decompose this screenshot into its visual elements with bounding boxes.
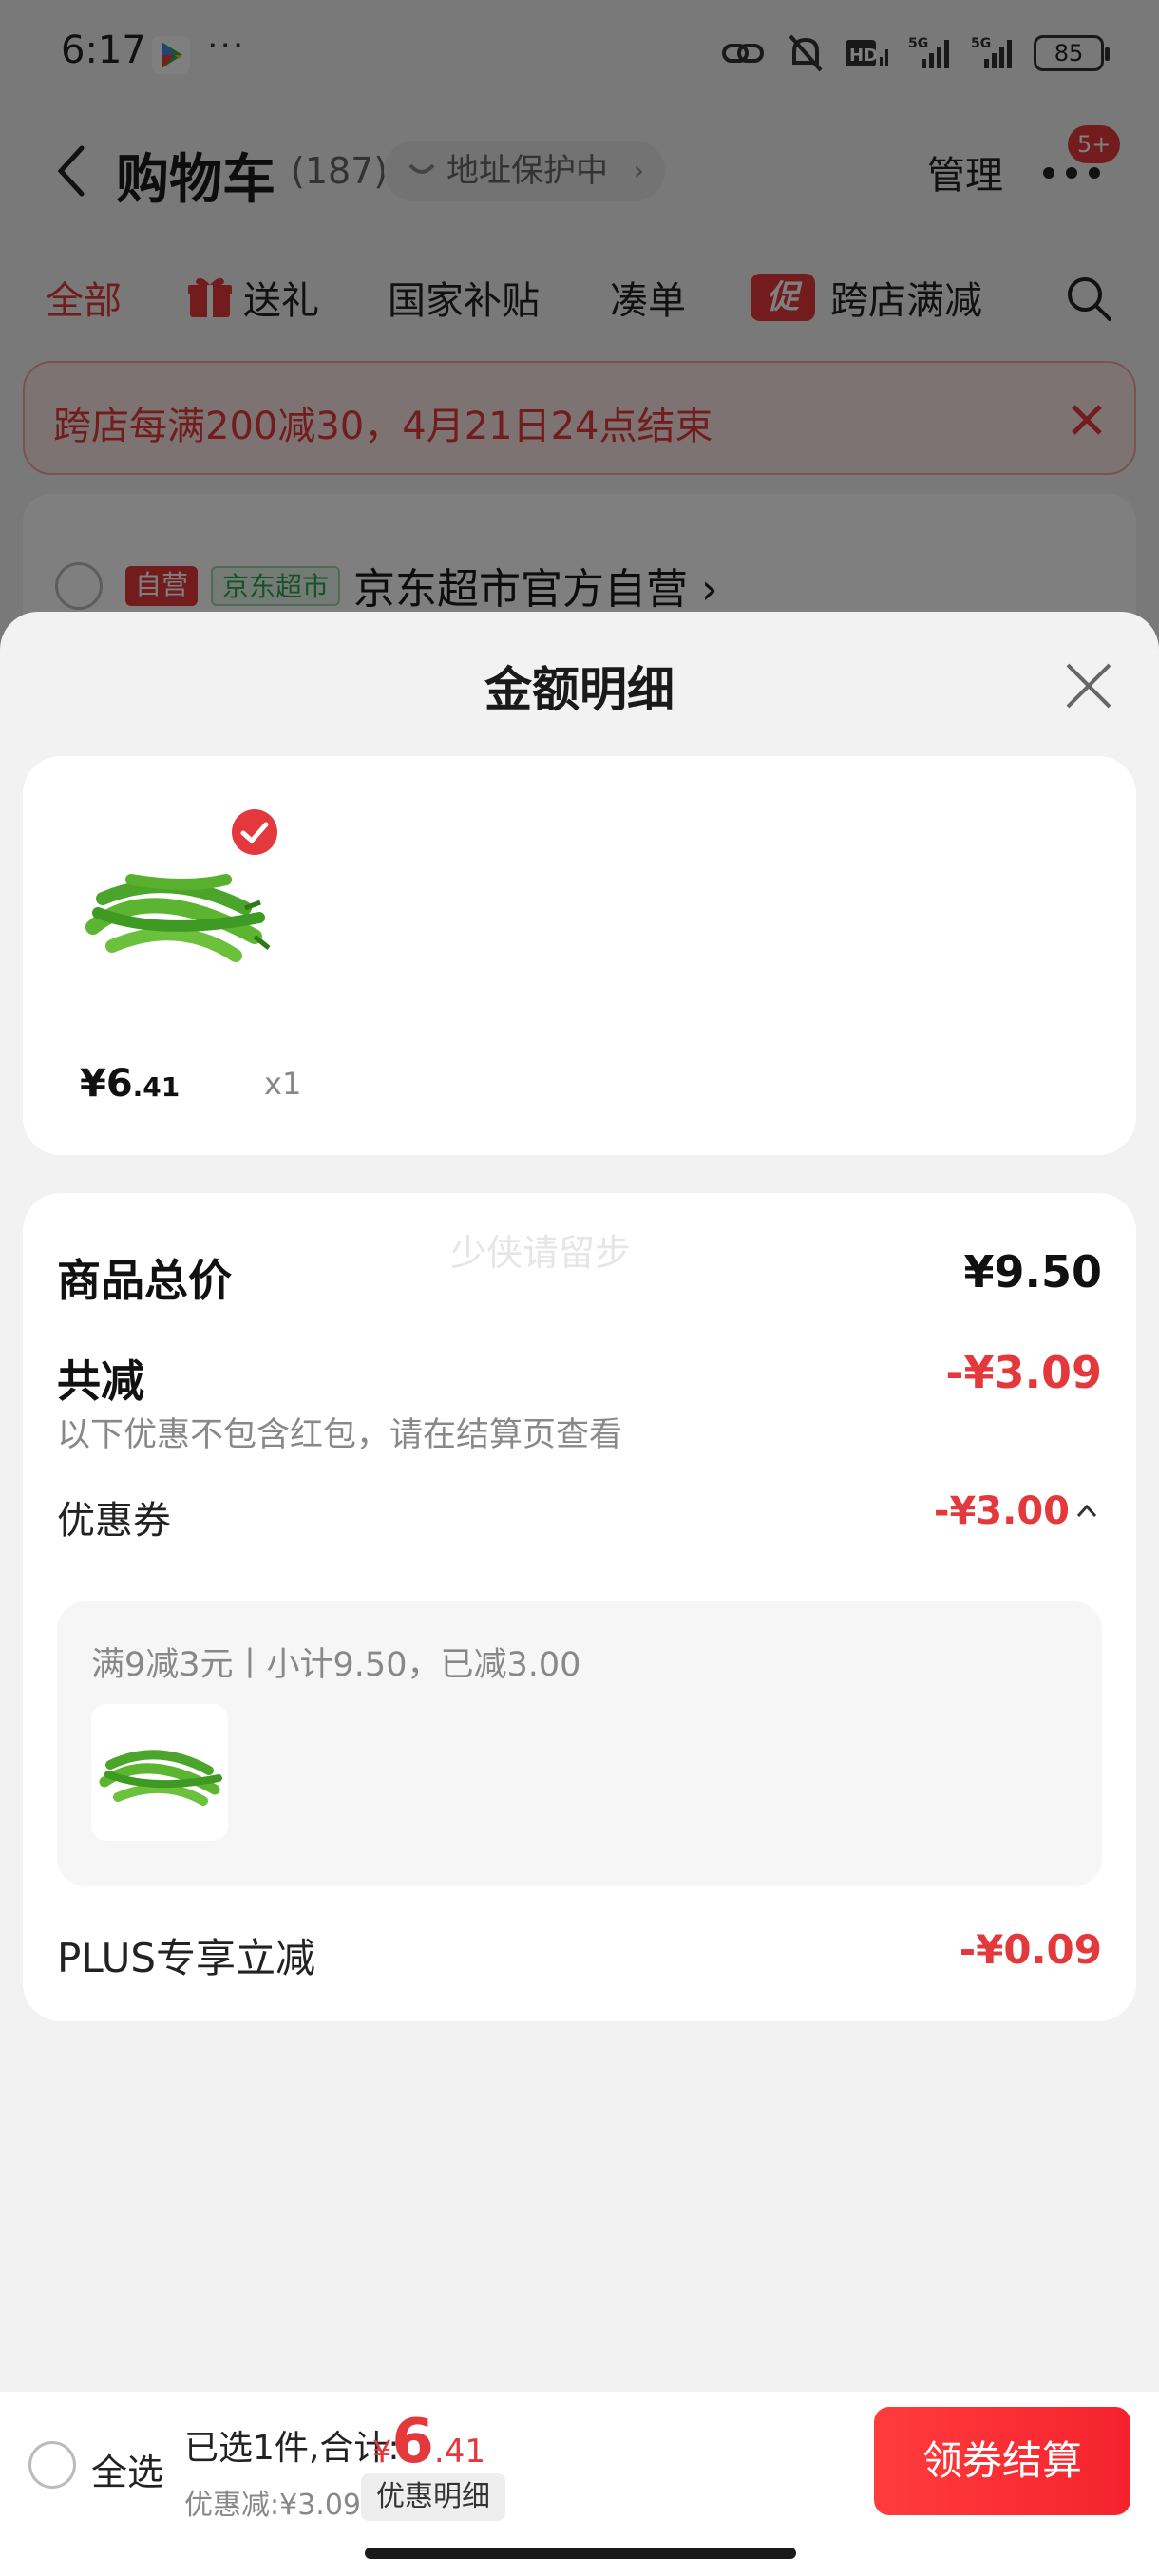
total-int: 6 [391,2407,434,2477]
total-price-label: 商品总价 [57,1255,232,1306]
close-icon[interactable] [1064,661,1113,710]
goods-quantity: x1 [264,1066,302,1102]
goods-price-int: ¥6 [80,1062,133,1106]
selected-summary: 已选1件,合计: [184,2429,400,2468]
amount-detail-sheet: 金额明细 ¥6.41 x1 少侠请留步 商品总价 ¥9.50 共减 -¥3.09… [0,612,1159,2576]
green-pepper-thumb-image [99,1750,222,1806]
total-discount-label: 共减 [57,1355,144,1407]
home-indicator[interactable] [365,2548,796,2559]
select-all-radio[interactable] [28,2441,76,2489]
total-price-value: ¥9.50 [963,1246,1102,1297]
sheet-title: 金额明细 [484,662,674,717]
total-amount: ¥6.41 [372,2407,485,2477]
discount-hint: 以下优惠不包含红包，请在结算页查看 [57,1416,623,1454]
coupon-goods-thumbnail [91,1704,228,1841]
coupon-detail-box: 满9减3元丨小计9.50，已减3.00 [57,1601,1102,1886]
plus-discount-value: -¥0.09 [959,1926,1102,1973]
select-all-label[interactable]: 全选 [91,2443,163,2495]
chevron-up-icon[interactable] [1075,1501,1098,1520]
total-dec: .41 [433,2433,485,2471]
total-currency: ¥ [372,2434,392,2470]
checkout-button[interactable]: 领券结算 [874,2407,1130,2515]
selected-goods-card: ¥6.41 x1 [23,756,1136,1155]
goods-price: ¥6.41 [80,1062,180,1106]
coupon-rule-text: 满9减3元丨小计9.50，已减3.00 [91,1646,581,1684]
plus-discount-label: PLUS专享立减 [57,1935,316,1981]
coupon-label[interactable]: 优惠券 [57,1489,171,1544]
discount-detail-button[interactable]: 优惠明细 [361,2473,505,2521]
watermark: 少侠请留步 [450,1232,632,1274]
goods-price-dec: .41 [132,1071,180,1103]
total-discount-value: -¥3.09 [945,1347,1102,1398]
checked-icon[interactable] [230,807,279,857]
coupon-value[interactable]: -¥3.00 [934,1489,1070,1533]
price-detail-card: 少侠请留步 商品总价 ¥9.50 共减 -¥3.09 以下优惠不包含红包，请在结… [23,1193,1136,2021]
discount-summary: 优惠减:¥3.09 [184,2489,361,2522]
